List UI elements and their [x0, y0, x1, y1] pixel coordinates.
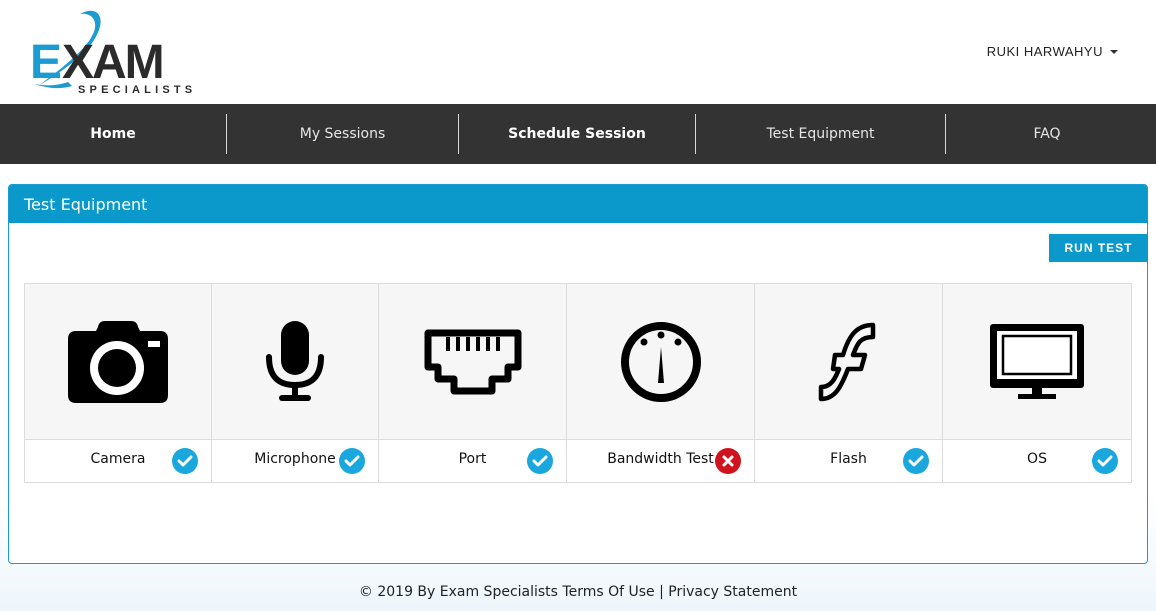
footer: © 2019 By Exam Specialists Terms Of Use … — [0, 584, 1156, 600]
run-test-button[interactable]: RUN TEST — [1049, 234, 1148, 262]
check-icon — [172, 448, 198, 474]
footer-separator: | — [659, 584, 664, 600]
equipment-item-os: OS — [943, 284, 1131, 482]
user-name: RUKI HARWAHYU — [986, 44, 1103, 59]
header: E XAM SPECIALISTS RUKI HARWAHYU — [0, 0, 1156, 104]
equipment-item-flash: Flash — [755, 284, 943, 482]
equipment-item-bandwidth-test: Bandwidth Test — [567, 284, 755, 482]
nav-faq[interactable]: FAQ — [946, 104, 1148, 164]
logo-subtext: SPECIALISTS — [78, 84, 196, 96]
speedometer-icon — [620, 321, 701, 402]
nav-schedule-session[interactable]: Schedule Session — [459, 104, 695, 164]
equipment-grid: Camera Microphone Port Bandwidth Test Fl… — [24, 283, 1132, 483]
microphone-icon — [266, 320, 324, 401]
equipment-item-port: Port — [379, 284, 567, 482]
nav-home[interactable]: Home — [0, 104, 226, 164]
check-icon — [339, 448, 365, 474]
equipment-item-microphone: Microphone — [212, 284, 379, 482]
check-icon — [1092, 448, 1118, 474]
copyright-text: © 2019 By Exam Specialists — [358, 584, 558, 600]
exam-specialists-logo[interactable]: E XAM SPECIALISTS — [28, 6, 208, 98]
panel-title: Test Equipment — [24, 194, 148, 214]
terms-of-use-link[interactable]: Terms Of Use — [562, 584, 654, 600]
svg-text:E: E — [30, 36, 61, 89]
equipment-item-camera: Camera — [25, 284, 212, 482]
camera-icon — [68, 320, 168, 403]
flash-icon — [818, 322, 875, 401]
monitor-icon — [990, 323, 1084, 399]
logo-text: XAM — [62, 36, 163, 89]
main-nav: Home My Sessions Schedule Session Test E… — [0, 104, 1156, 164]
panel-header: Test Equipment — [9, 185, 1147, 223]
check-icon — [527, 448, 553, 474]
check-icon — [903, 448, 929, 474]
user-menu[interactable]: RUKI HARWAHYU — [987, 44, 1118, 59]
privacy-statement-link[interactable]: Privacy Statement — [668, 584, 797, 600]
close-icon — [715, 448, 741, 474]
ethernet-port-icon — [424, 329, 521, 394]
nav-test-equipment[interactable]: Test Equipment — [696, 104, 945, 164]
nav-my-sessions[interactable]: My Sessions — [227, 104, 458, 164]
test-equipment-panel: Test Equipment RUN TEST Camera Microphon… — [8, 184, 1148, 564]
chevron-down-icon — [1110, 49, 1118, 54]
